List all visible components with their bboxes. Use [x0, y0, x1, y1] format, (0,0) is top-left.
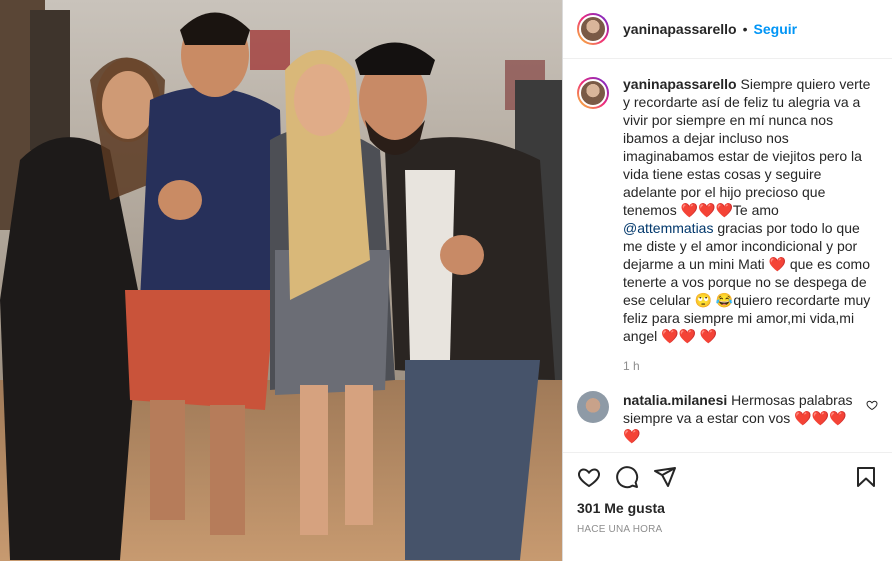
post-photo[interactable] [0, 0, 562, 561]
comments-section: yaninapassarello Siempre quiero verte y … [563, 59, 892, 452]
follow-button[interactable]: Seguir [754, 21, 798, 37]
post-sidebar: yaninapassarello • Seguir yaninapassarel… [562, 0, 892, 561]
caption-text: yaninapassarello Siempre quiero verte y … [623, 75, 871, 345]
caption-avatar[interactable] [577, 77, 609, 109]
author-avatar[interactable] [577, 13, 609, 45]
commenter-avatar[interactable] [577, 391, 609, 423]
small-heart-icon[interactable] [866, 399, 878, 414]
action-bar [563, 452, 892, 500]
header-separator: • [742, 21, 748, 37]
post-timestamp[interactable]: HACE UNA HORA [563, 516, 892, 535]
heart-icon[interactable] [577, 465, 601, 489]
photo-illustration [0, 0, 562, 561]
instagram-post: yaninapassarello • Seguir yaninapassarel… [0, 0, 892, 561]
caption-mention[interactable]: @attemmatias [623, 220, 713, 236]
caption-username[interactable]: yaninapassarello [623, 76, 737, 92]
caption-hearts-1: ❤️❤️❤️ [680, 202, 733, 218]
likes-count[interactable]: 301 Me gusta [563, 500, 892, 516]
share-icon[interactable] [653, 465, 677, 489]
caption-part-1: Siempre quiero verte y recordarte así de… [623, 76, 871, 218]
caption-hearts-3: ❤️❤️ [661, 328, 697, 344]
comment-icon[interactable] [615, 465, 639, 489]
bookmark-icon[interactable] [854, 465, 878, 489]
caption-emoji-1: 🙄 [694, 292, 713, 308]
post-header: yaninapassarello • Seguir [563, 0, 892, 59]
comment-hearts: ❤️❤️❤️ [794, 410, 847, 426]
author-username[interactable]: yaninapassarello [623, 21, 737, 37]
caption-emoji-2: 😂 [715, 292, 734, 308]
commenter-username[interactable]: natalia.milanesi [623, 392, 727, 408]
caption: yaninapassarello Siempre quiero verte y … [577, 75, 878, 345]
comment-text: natalia.milanesi Hermosas palabras siemp… [623, 391, 853, 445]
comment-hearts-2: ❤️ [623, 428, 641, 444]
comment-item: natalia.milanesi Hermosas palabras siemp… [577, 391, 878, 445]
bottom-spacer [563, 535, 892, 561]
caption-hearts-4: ❤️ [699, 328, 718, 344]
caption-time[interactable]: 1 h [623, 359, 878, 373]
caption-heart-2: ❤️ [768, 256, 786, 272]
caption-part-2: Te amo [732, 202, 779, 218]
